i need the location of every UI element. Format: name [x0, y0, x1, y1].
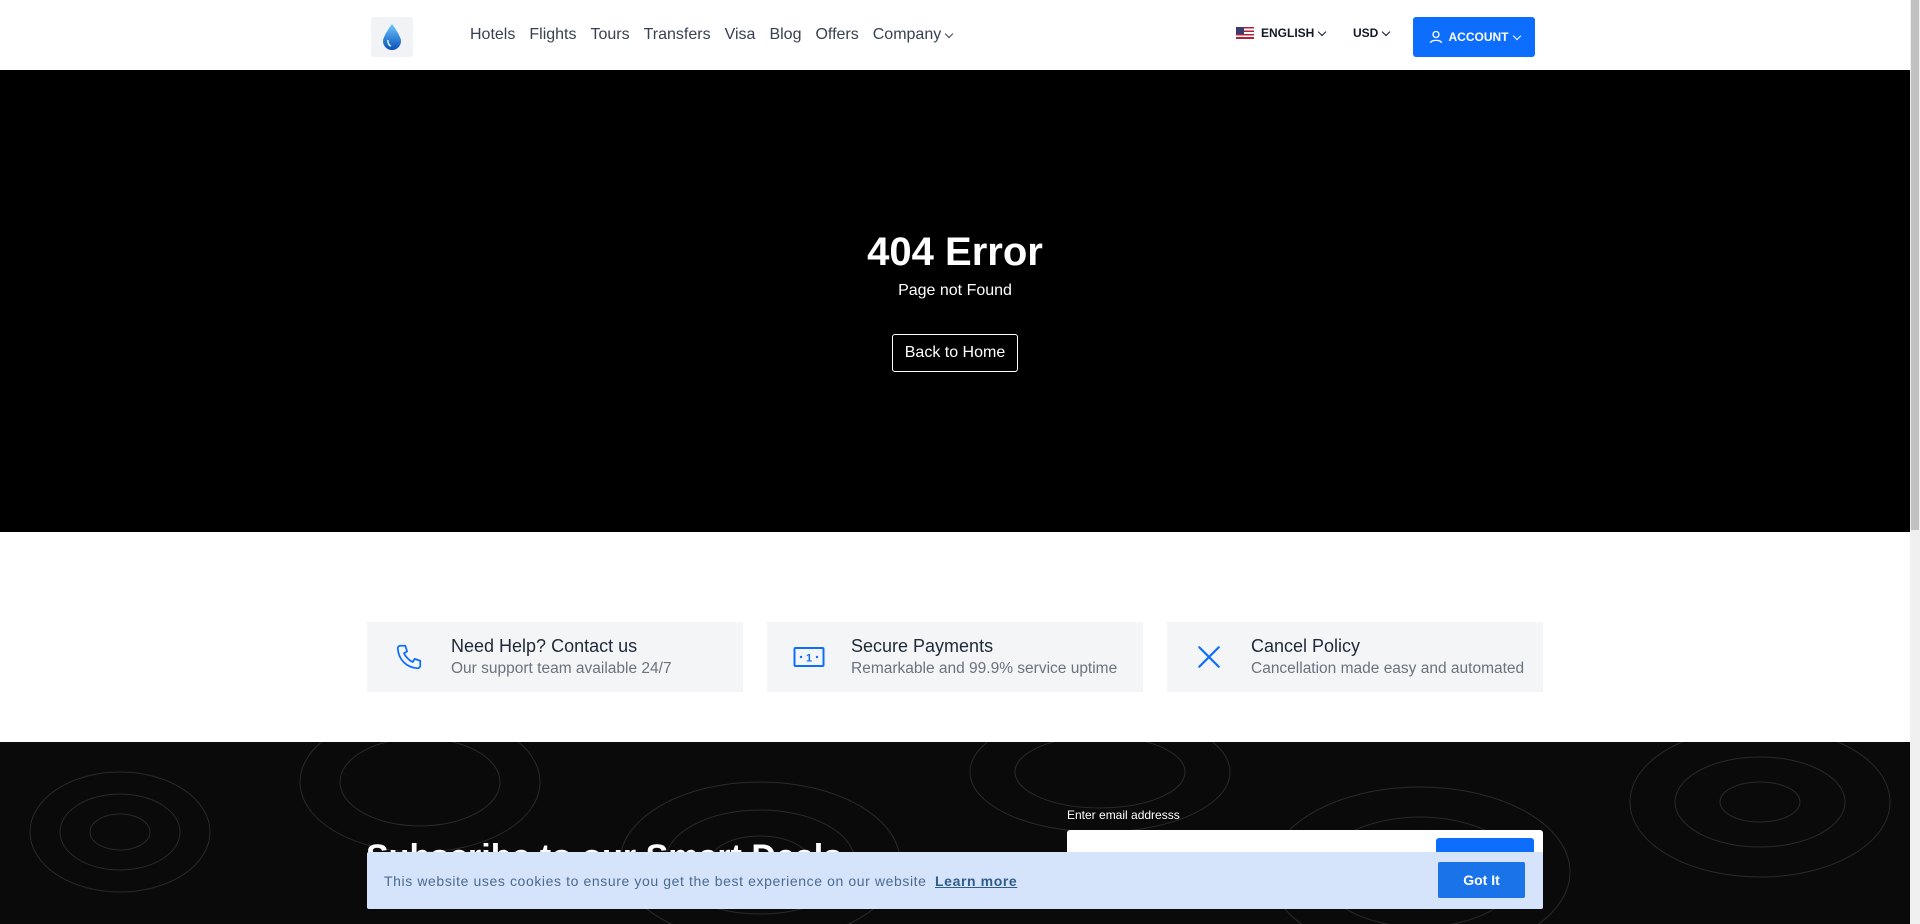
site-logo[interactable] [371, 17, 413, 57]
water-drop-icon [383, 24, 401, 50]
chevron-down-icon [944, 29, 954, 38]
back-to-home-button[interactable]: Back to Home [892, 334, 1018, 372]
site-header: Hotels Flights Tours Transfers Visa Blog… [0, 0, 1910, 70]
user-icon [1429, 30, 1442, 44]
account-button[interactable]: ACCOUNT [1413, 17, 1535, 57]
learn-more-link[interactable]: Learn more [935, 873, 1017, 889]
nav-hotels[interactable]: Hotels [470, 26, 515, 44]
feature-title: Secure Payments [851, 636, 994, 656]
nav-flights[interactable]: Flights [529, 26, 576, 44]
nav-company-label: Company [872, 26, 942, 43]
nav-transfers[interactable]: Transfers [644, 26, 711, 44]
currency-selector[interactable]: USD [1353, 26, 1391, 40]
phone-icon [396, 644, 422, 670]
error-subtitle: Page not Found [898, 282, 1012, 299]
nav-blog[interactable]: Blog [769, 26, 801, 44]
cookie-message: This website uses cookies to ensure you … [384, 872, 927, 889]
feature-title: Need Help? Contact us [451, 636, 638, 656]
error-hero: 404 Error Page not Found Back to Home [0, 70, 1910, 532]
language-label: ENGLISH [1261, 26, 1315, 40]
nav-visa[interactable]: Visa [725, 26, 756, 44]
us-flag-icon [1236, 27, 1254, 39]
page-scrollbar[interactable] [1910, 0, 1920, 924]
feature-card-payments: 1 Secure Payments Remarkable and 99.9% s… [767, 622, 1143, 692]
money-icon: 1 [793, 647, 825, 667]
got-it-button[interactable]: Got It [1438, 862, 1525, 898]
close-icon [1198, 646, 1220, 668]
chevron-down-icon [1318, 27, 1327, 36]
svg-text:1: 1 [806, 653, 812, 665]
feature-desc: Remarkable and 99.9% service uptime [851, 660, 1118, 677]
account-label: ACCOUNT [1448, 30, 1509, 44]
feature-desc: Cancellation made easy and automated [1251, 660, 1525, 677]
chevron-down-icon [1512, 31, 1521, 40]
nav-offers[interactable]: Offers [815, 26, 858, 44]
nav-tours[interactable]: Tours [590, 26, 629, 44]
scrollbar-thumb[interactable] [1911, 0, 1919, 530]
nav-company[interactable]: Company [872, 26, 954, 44]
cookie-banner: This website uses cookies to ensure you … [367, 852, 1543, 909]
main-nav: Hotels Flights Tours Transfers Visa Blog… [470, 0, 966, 70]
chevron-down-icon [1382, 27, 1391, 36]
feature-title: Cancel Policy [1251, 636, 1361, 656]
language-selector[interactable]: ENGLISH [1236, 26, 1327, 40]
feature-card-cancel: Cancel Policy Cancellation made easy and… [1167, 622, 1543, 692]
feature-card-help: Need Help? Contact us Our support team a… [367, 622, 743, 692]
feature-desc: Our support team available 24/7 [451, 660, 672, 677]
email-label: Enter email addresss [1067, 808, 1180, 822]
currency-label: USD [1353, 26, 1379, 40]
error-title: 404 Error [867, 230, 1043, 274]
